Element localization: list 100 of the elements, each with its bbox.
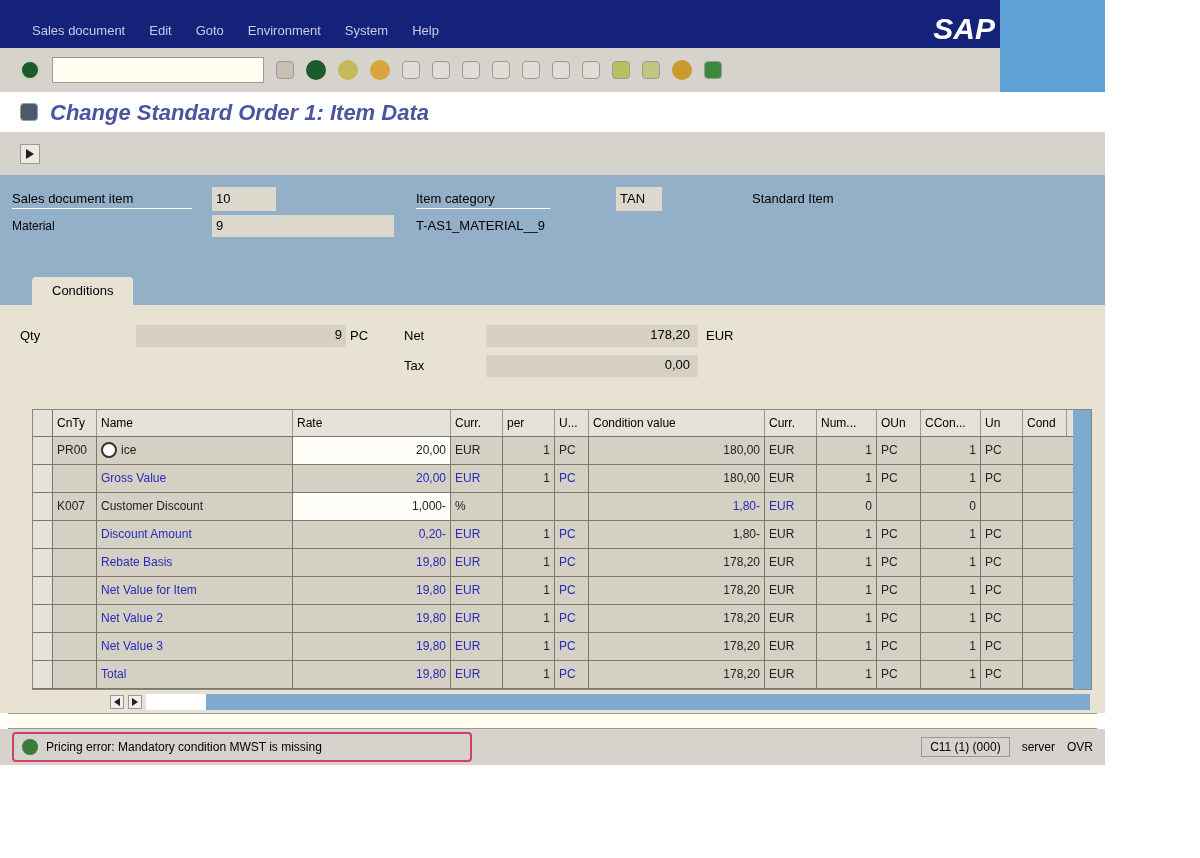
column-header[interactable]: CnTy — [53, 409, 97, 436]
table-cell: 20,00 — [293, 464, 451, 492]
column-header[interactable]: U... — [555, 409, 589, 436]
table-cell: 1 — [921, 436, 981, 464]
field-label: Qty — [20, 326, 42, 345]
table-cell: 1 — [817, 520, 877, 548]
table-cell: PC — [555, 632, 589, 660]
table-cell: 1 — [921, 464, 981, 492]
column-header[interactable]: Cond — [1023, 409, 1067, 436]
field-label: Item category — [416, 188, 550, 210]
net-field: 178,20 — [486, 324, 698, 347]
table-cell: 178,20 — [589, 632, 765, 660]
table-cell: 0 — [817, 492, 877, 520]
table-cell: 1 — [503, 520, 555, 548]
row-selector[interactable] — [33, 604, 53, 633]
display-change-icon[interactable] — [20, 103, 38, 121]
table-cell: EUR — [765, 436, 817, 464]
status-text: Pricing error: Mandatory condition MWST is missing — [46, 738, 322, 756]
table-cell: PC — [877, 576, 921, 604]
menu-item[interactable]: System — [344, 20, 389, 40]
item-field: 10 — [212, 187, 276, 211]
row-selector[interactable] — [33, 576, 53, 605]
rate-input[interactable]: 1,000- — [293, 492, 451, 520]
table-cell: 1 — [921, 576, 981, 604]
row-selector[interactable] — [33, 464, 53, 493]
menu-item[interactable]: Sales document — [32, 20, 126, 40]
column-header[interactable]: Rate — [293, 409, 451, 436]
row-selector[interactable] — [33, 632, 53, 661]
help-icon[interactable] — [672, 60, 692, 80]
table-cell: PC — [555, 464, 589, 492]
row-selector[interactable] — [33, 520, 53, 549]
right-arrow-icon — [132, 697, 138, 706]
column-header[interactable]: per — [503, 409, 555, 436]
menu-item[interactable]: Edit — [149, 20, 172, 40]
save-icon[interactable] — [276, 61, 294, 79]
field-label: Tax — [404, 356, 426, 375]
table-cell: PC — [877, 548, 921, 576]
field-label: Material — [12, 218, 56, 235]
table-cell: EUR — [451, 548, 503, 576]
table-cell: PC — [981, 464, 1023, 492]
select-all-button[interactable] — [33, 409, 53, 437]
column-header[interactable]: Un — [981, 409, 1023, 436]
table-cell: PC — [555, 576, 589, 604]
enter-icon[interactable] — [20, 60, 40, 80]
table-cell: 1 — [817, 660, 877, 688]
menu-item[interactable]: Environment — [247, 20, 321, 40]
table-cell: PC — [555, 520, 589, 548]
table-cell: 19,80 — [293, 548, 451, 576]
sap-logo: SAP — [933, 11, 995, 47]
table-cell: EUR — [451, 464, 503, 492]
tab[interactable]: Conditions — [32, 277, 134, 305]
play-icon[interactable] — [20, 143, 40, 164]
column-header[interactable]: Condition value — [589, 409, 765, 436]
table-cell: PR00 — [53, 436, 97, 464]
table-cell: 1 — [921, 548, 981, 576]
row-selector[interactable] — [33, 492, 53, 521]
table-cell: PC — [981, 576, 1023, 604]
column-header[interactable]: CCon... — [921, 409, 981, 436]
table-cell: 1 — [817, 464, 877, 492]
table-cell: Net Value 2 — [97, 604, 293, 632]
table-cell: 0,20- — [293, 520, 451, 548]
table-cell: 178,20 — [589, 548, 765, 576]
table-cell: 0 — [921, 492, 981, 520]
scroll-left-button[interactable] — [110, 694, 124, 709]
table-cell: PC — [981, 436, 1023, 464]
menu-item[interactable]: Help — [412, 20, 439, 40]
table-cell: PC — [877, 660, 921, 688]
command-field[interactable] — [52, 57, 264, 83]
table-cell: 19,80 — [293, 604, 451, 632]
table-cell: EUR — [765, 492, 817, 520]
table-cell: 1,80- — [589, 520, 765, 548]
rate-input[interactable]: 20,00 — [293, 436, 451, 464]
column-header[interactable]: Name — [97, 409, 293, 436]
system-info: C11 (1) (000) — [921, 736, 1010, 757]
layout-icon[interactable] — [704, 61, 722, 79]
table-cell: 1,80- — [589, 492, 765, 520]
column-header[interactable]: Curr. — [765, 409, 817, 436]
scroll-right-button[interactable] — [128, 694, 142, 709]
vertical-scrollbar[interactable] — [1073, 409, 1091, 689]
table-cell: EUR — [451, 520, 503, 548]
table-cell: EUR — [765, 464, 817, 492]
column-header[interactable]: Num... — [817, 409, 877, 436]
material-text: T-AS1_MATERIAL__9 — [416, 217, 547, 236]
menu-item[interactable]: Goto — [195, 20, 224, 40]
column-header[interactable]: Curr. — [451, 409, 503, 436]
row-selector[interactable] — [33, 436, 53, 465]
table-cell: PC — [877, 520, 921, 548]
row-selector[interactable] — [33, 548, 53, 577]
column-header[interactable]: OUn — [877, 409, 921, 436]
table-cell: 180,00 — [589, 464, 765, 492]
table-cell: EUR — [451, 660, 503, 688]
table-cell: 178,20 — [589, 604, 765, 632]
row-selector[interactable] — [33, 660, 53, 689]
back-icon[interactable] — [306, 60, 326, 80]
category-field: TAN — [616, 187, 662, 211]
table-cell: 1 — [817, 576, 877, 604]
table-cell: PC — [981, 604, 1023, 632]
cancel-icon[interactable] — [370, 60, 390, 80]
table-cell: Total — [97, 660, 293, 688]
table-cell: 1 — [817, 632, 877, 660]
